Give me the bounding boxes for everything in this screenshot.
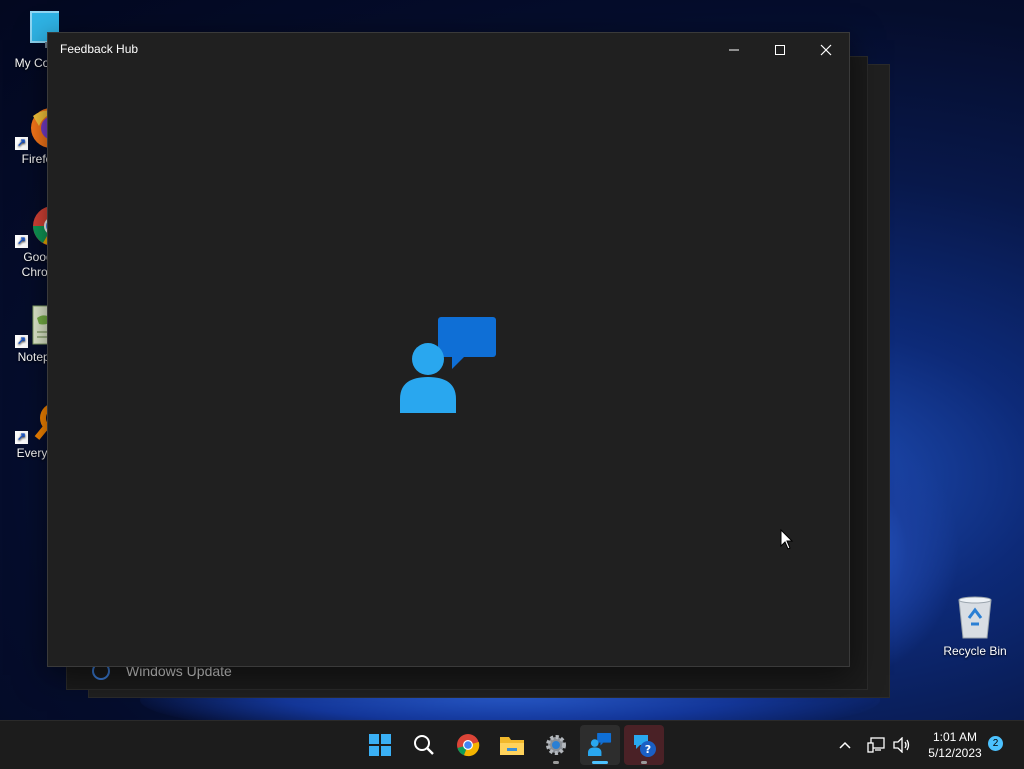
chevron-up-icon (839, 741, 851, 749)
network-button[interactable] (864, 721, 888, 769)
recycle-bin-icon (955, 596, 995, 640)
taskbar-feedback-hub[interactable] (580, 725, 620, 765)
taskbar-chrome[interactable] (448, 725, 488, 765)
running-indicator (592, 761, 608, 764)
search-button[interactable] (404, 725, 444, 765)
start-button[interactable] (360, 725, 400, 765)
taskbar: ? 1:01 AM 5/12/2023 (0, 720, 1024, 769)
shortcut-arrow-icon: ↗ (15, 431, 28, 444)
feedback-hub-icon (588, 733, 612, 757)
taskbar-get-help[interactable]: ? (624, 725, 664, 765)
maximize-button[interactable] (757, 33, 803, 67)
show-hidden-icons-button[interactable] (834, 721, 856, 769)
file-explorer-icon (500, 737, 524, 755)
close-icon (820, 44, 832, 56)
title-bar[interactable]: Feedback Hub (48, 33, 849, 67)
volume-button[interactable] (890, 721, 914, 769)
window-title: Feedback Hub (60, 42, 139, 56)
mouse-cursor (780, 528, 794, 556)
maximize-icon (775, 45, 785, 55)
clock-date: 5/12/2023 (928, 746, 982, 760)
network-icon (867, 737, 885, 753)
feedback-hub-window[interactable]: Feedback Hub (47, 32, 850, 667)
shortcut-arrow-icon: ↗ (15, 235, 28, 248)
desktop-icon-recycle-bin[interactable]: Recycle Bin (940, 596, 1010, 658)
feedback-hub-icon (400, 317, 500, 417)
taskbar-file-explorer[interactable] (492, 725, 532, 765)
close-button[interactable] (803, 33, 849, 67)
shortcut-arrow-icon: ↗ (15, 137, 28, 150)
clock-time: 1:01 AM (932, 730, 978, 744)
shortcut-arrow-icon: ↗ (15, 335, 28, 348)
clock[interactable]: 1:01 AM 5/12/2023 (918, 729, 992, 761)
settings-icon (546, 735, 566, 755)
start-icon (369, 734, 391, 756)
running-indicator (641, 761, 647, 764)
search-icon (414, 735, 434, 755)
svg-text:?: ? (645, 743, 651, 756)
notification-badge[interactable]: 2 (988, 736, 1003, 751)
recycle-bin-label: Recycle Bin (943, 644, 1007, 658)
minimize-icon (729, 49, 739, 51)
taskbar-settings[interactable] (536, 725, 576, 765)
running-indicator (553, 761, 559, 764)
get-help-icon: ? (634, 735, 656, 757)
minimize-button[interactable] (711, 33, 757, 67)
volume-icon (893, 737, 910, 753)
chrome-icon (457, 734, 480, 757)
